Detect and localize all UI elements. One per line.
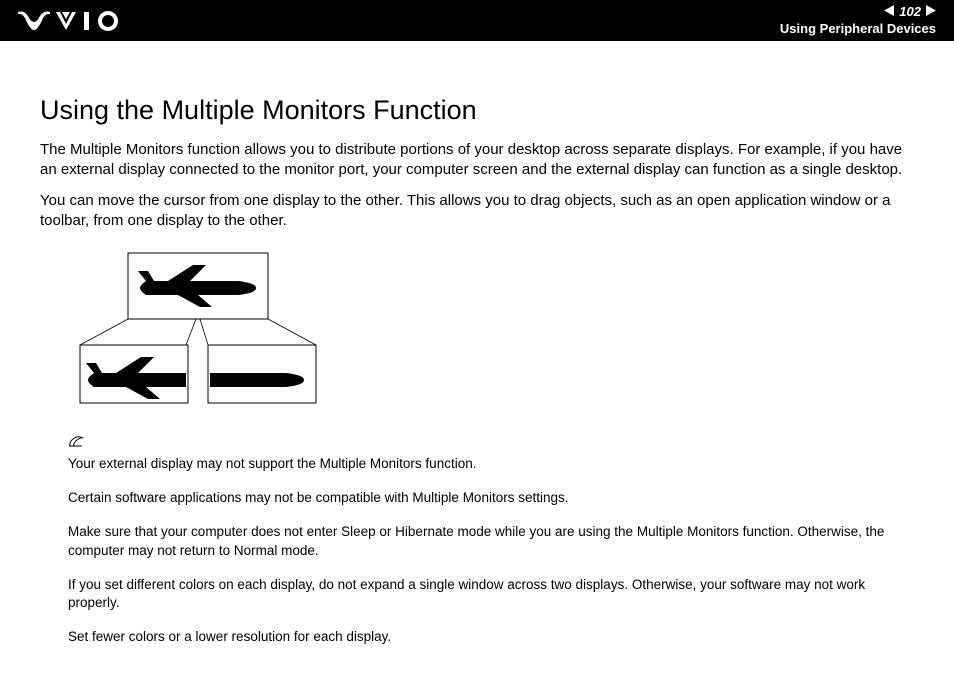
page-nav: 102 xyxy=(780,4,936,20)
note-text: If you set different colors on each disp… xyxy=(68,576,890,612)
prev-page-icon[interactable] xyxy=(884,4,895,20)
section-name: Using Peripheral Devices xyxy=(780,21,936,37)
paragraph: The Multiple Monitors function allows yo… xyxy=(40,140,918,181)
note-text: Certain software applications may not be… xyxy=(68,489,890,507)
header-right: 102 Using Peripheral Devices xyxy=(780,4,936,36)
note-icon xyxy=(68,434,918,453)
notes-section: Your external display may not support th… xyxy=(68,455,890,647)
next-page-icon[interactable] xyxy=(925,4,936,20)
page-content: Using the Multiple Monitors Function The… xyxy=(0,41,954,647)
note-text: Set fewer colors or a lower resolution f… xyxy=(68,628,890,646)
note-text: Make sure that your computer does not en… xyxy=(68,523,890,559)
vaio-logo xyxy=(18,10,130,32)
page-number: 102 xyxy=(899,4,921,20)
multi-monitor-illustration xyxy=(68,249,918,424)
note-text: Your external display may not support th… xyxy=(68,455,890,473)
page-header: 102 Using Peripheral Devices xyxy=(0,0,954,41)
page-title: Using the Multiple Monitors Function xyxy=(40,95,918,126)
paragraph: You can move the cursor from one display… xyxy=(40,191,918,232)
